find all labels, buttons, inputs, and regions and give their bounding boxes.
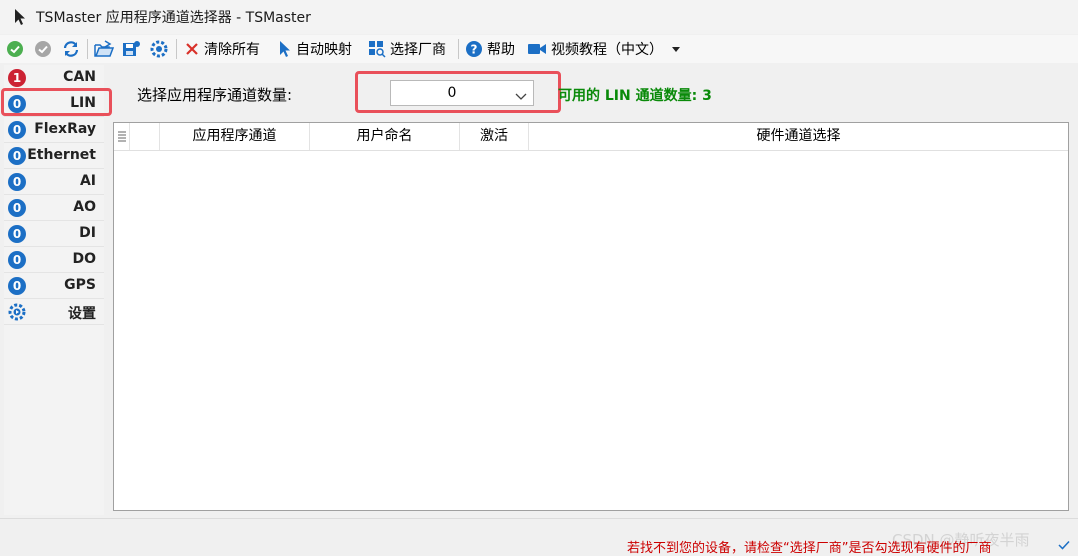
sidebar-item-settings[interactable]: 设置 — [4, 299, 104, 325]
window-title: TSMaster 应用程序通道选择器 - TSMaster — [36, 10, 311, 26]
close-icon — [184, 41, 200, 57]
sidebar-item-label: FlexRay — [34, 121, 96, 137]
count-badge: 0 — [8, 225, 26, 243]
toolbar-separator — [458, 39, 459, 59]
sidebar-item-label: GPS — [64, 277, 96, 293]
column-header-hardware-channel[interactable]: 硬件通道选择 — [529, 123, 1068, 150]
sidebar-item-di[interactable]: 0 DI — [4, 221, 104, 247]
count-badge: 0 — [8, 121, 26, 139]
available-channels-text: 可用的 LIN 通道数量: 3 — [558, 88, 712, 104]
list-icon — [117, 131, 126, 147]
clear-all-label: 清除所有 — [204, 42, 260, 58]
video-tutorial-button[interactable]: 视频教程（中文） — [527, 38, 681, 60]
toolbar-separator — [176, 39, 177, 59]
sidebar-item-label: AI — [79, 173, 96, 189]
refresh-icon — [62, 40, 80, 58]
dropdown-arrow-icon[interactable] — [671, 45, 681, 53]
select-vendor-label: 选择厂商 — [390, 42, 446, 58]
save-button[interactable] — [122, 38, 140, 60]
bus-type-sidebar: 1 CAN 0 LIN 0 FlexRay 0 Ethernet 0 AI 0 … — [4, 65, 104, 515]
sidebar-item-ai[interactable]: 0 AI — [4, 169, 104, 195]
gear-icon — [8, 303, 26, 325]
video-tutorial-label: 视频教程（中文） — [551, 42, 663, 58]
sidebar-item-ethernet[interactable]: 0 Ethernet — [4, 143, 104, 169]
count-badge: 0 — [8, 147, 26, 165]
sidebar-item-label: DO — [72, 251, 96, 267]
disabled-ok-button[interactable] — [34, 38, 52, 60]
column-header-active[interactable]: 激活 — [460, 123, 529, 150]
open-button[interactable] — [94, 38, 114, 60]
toolbar-separator — [87, 39, 88, 59]
table-header: 应用程序通道 用户命名 激活 硬件通道选择 — [114, 123, 1068, 151]
ok-icon — [6, 40, 24, 58]
column-header-user-name[interactable]: 用户命名 — [310, 123, 460, 150]
sidebar-item-do[interactable]: 0 DO — [4, 247, 104, 273]
count-badge: 1 — [8, 69, 26, 87]
select-vendor-button[interactable]: 选择厂商 — [368, 38, 446, 60]
video-camera-icon — [527, 41, 547, 57]
open-folder-icon — [94, 40, 114, 58]
disabled-ok-icon — [34, 40, 52, 58]
count-badge: 0 — [8, 173, 26, 191]
channel-count-label: 选择应用程序通道数量: — [137, 86, 293, 104]
sidebar-item-flexray[interactable]: 0 FlexRay — [4, 117, 104, 143]
cursor-app-icon — [14, 8, 28, 26]
sidebar-item-label: Ethernet — [27, 147, 96, 163]
count-badge: 0 — [8, 277, 26, 295]
column-header-blank — [130, 123, 160, 150]
grid-search-icon — [368, 40, 386, 58]
svg-text:?: ? — [471, 43, 478, 57]
settings-gear-icon — [150, 40, 168, 58]
channel-mapping-table[interactable]: 应用程序通道 用户命名 激活 硬件通道选择 — [113, 122, 1069, 511]
select-highlight-box — [355, 71, 561, 113]
title-bar: TSMaster 应用程序通道选择器 - TSMaster — [0, 0, 1078, 34]
help-icon: ? — [465, 40, 483, 58]
save-icon — [122, 40, 140, 58]
check-mark-icon — [1058, 538, 1070, 554]
count-badge: 0 — [8, 199, 26, 217]
cursor-icon — [278, 40, 292, 58]
sidebar-item-label: AO — [73, 199, 96, 215]
column-header-app-channel[interactable]: 应用程序通道 — [160, 123, 310, 150]
auto-map-label: 自动映射 — [296, 42, 352, 58]
toolbar: 清除所有 自动映射 选择厂商 ? 帮助 视频教程（中文） — [0, 35, 1078, 63]
status-message: 若找不到您的设备，请检查“选择厂商”是否勾选现有硬件的厂商 — [627, 541, 992, 556]
sidebar-item-label: DI — [79, 225, 96, 241]
sidebar-item-label: 设置 — [68, 306, 96, 322]
help-label: 帮助 — [487, 42, 515, 58]
column-menu-button[interactable] — [114, 123, 130, 150]
auto-map-button[interactable]: 自动映射 — [278, 38, 352, 60]
settings-button[interactable] — [150, 38, 168, 60]
clear-all-button[interactable]: 清除所有 — [184, 38, 260, 60]
sidebar-item-gps[interactable]: 0 GPS — [4, 273, 104, 299]
ok-button[interactable] — [6, 38, 24, 60]
lin-highlight-box — [1, 88, 112, 116]
count-badge: 0 — [8, 251, 26, 269]
refresh-button[interactable] — [62, 38, 80, 60]
status-bar: CSDN @静听夜半雨 若找不到您的设备，请检查“选择厂商”是否勾选现有硬件的厂… — [0, 518, 1078, 556]
sidebar-item-label: CAN — [63, 69, 96, 85]
help-button[interactable]: ? 帮助 — [465, 38, 515, 60]
sidebar-item-ao[interactable]: 0 AO — [4, 195, 104, 221]
